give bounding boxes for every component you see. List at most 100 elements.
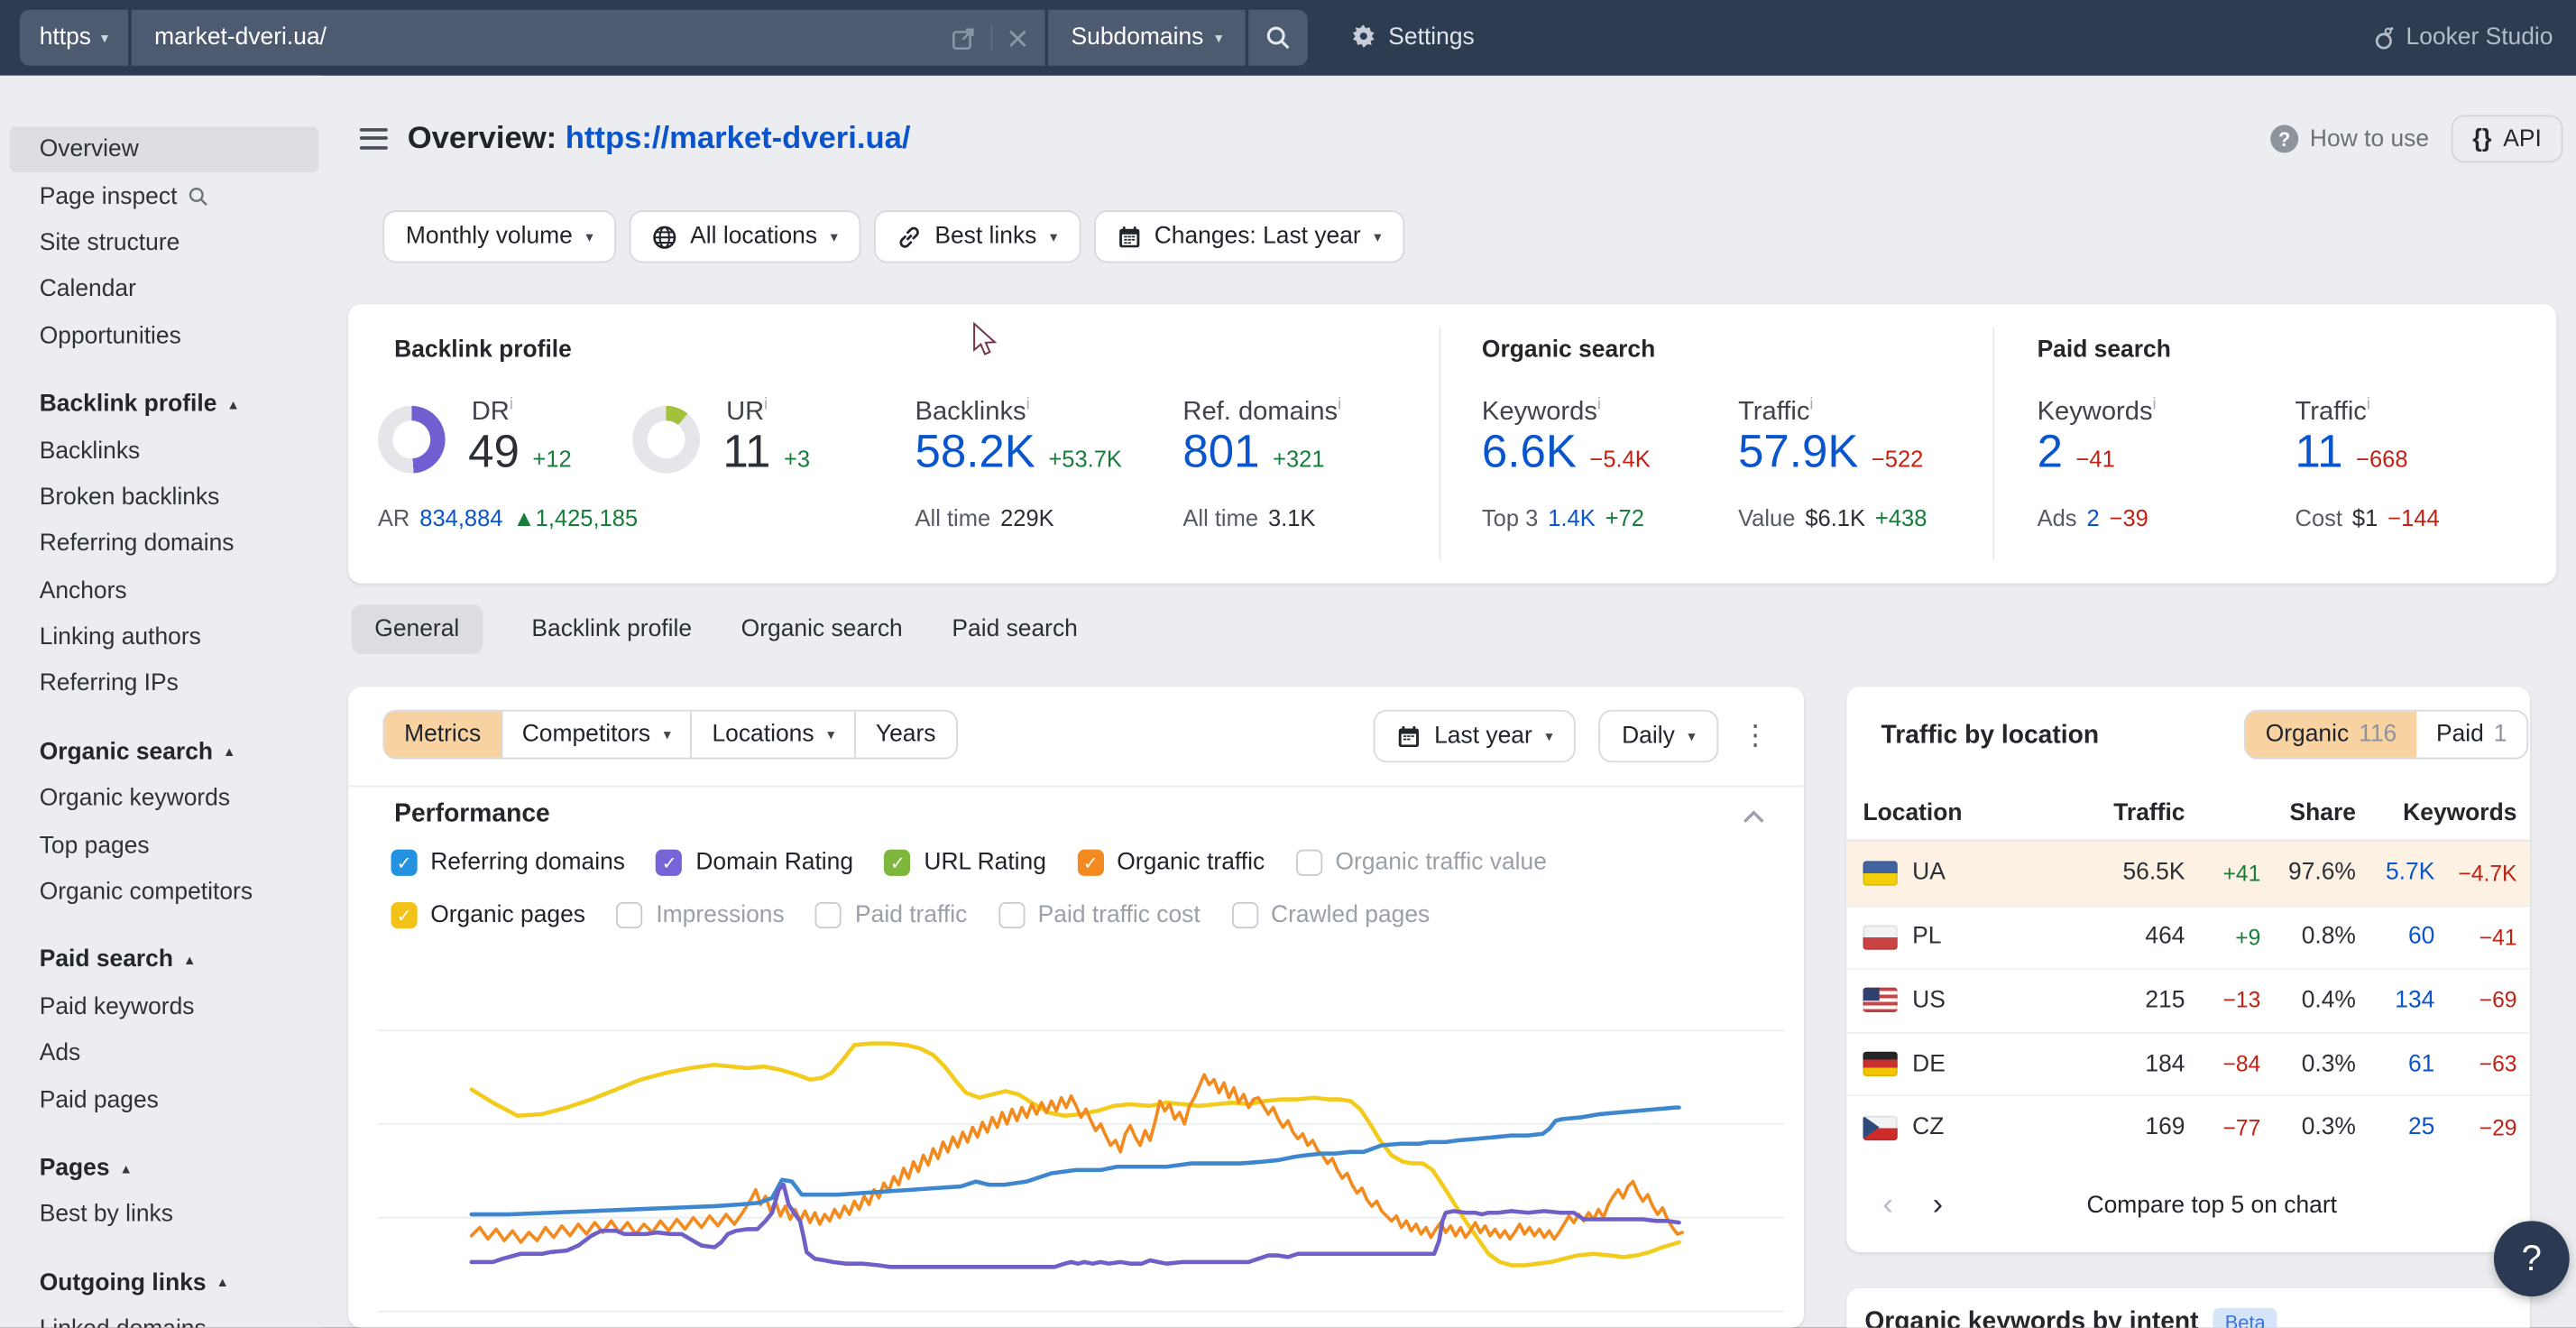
checkbox-referring-domains[interactable]: ✓Referring domains <box>391 850 626 876</box>
sidebar-item-referring-domains[interactable]: Referring domains <box>10 521 318 568</box>
best-links-dropdown[interactable]: Best links▾ <box>874 210 1081 263</box>
protocol-dropdown[interactable]: https ▾ <box>20 10 128 66</box>
sidebar-item-linked-domains[interactable]: Linked domains <box>10 1306 318 1328</box>
ahrefs-rank-value[interactable]: 834,884 <box>419 504 502 530</box>
target-url-input[interactable]: market-dveri.ua/ <box>132 10 1045 66</box>
target-domain-link[interactable]: https://market-dveri.ua/ <box>566 122 911 156</box>
info-icon[interactable]: i <box>1026 396 1030 414</box>
how-to-use-button[interactable]: ? How to use <box>2270 124 2429 152</box>
segment-competitors[interactable]: Competitors▾ <box>502 712 693 758</box>
col-share[interactable]: Share <box>2260 799 2356 825</box>
keywords-value[interactable]: 60 <box>2356 924 2434 950</box>
checkbox-impressions[interactable]: Impressions <box>617 902 785 928</box>
col-traffic[interactable]: Traffic <box>2086 799 2185 825</box>
info-icon[interactable]: i <box>510 396 513 414</box>
table-row[interactable]: CZ 169 −77 0.3% 25 −29 <box>1846 1095 2530 1158</box>
sidebar-item-opportunities[interactable]: Opportunities <box>10 313 318 360</box>
looker-studio-button[interactable]: Looker Studio <box>2371 24 2553 51</box>
keywords-value[interactable]: 5.7K <box>2356 860 2434 886</box>
next-page-chevron-icon[interactable]: › <box>1933 1187 1944 1223</box>
collapse-section-icon[interactable] <box>1743 802 1765 832</box>
locations-filter-dropdown[interactable]: All locations▾ <box>630 210 861 263</box>
sidebar-item-organic-keywords[interactable]: Organic keywords <box>10 776 318 823</box>
search-button[interactable] <box>1248 10 1308 66</box>
info-icon[interactable]: i <box>1597 396 1601 414</box>
paid-keywords-value[interactable]: 2−41 <box>2038 426 2115 478</box>
sidebar-item-ads[interactable]: Ads <box>10 1030 318 1077</box>
table-row[interactable]: PL 464 +9 0.8% 60 −41 <box>1846 905 2530 968</box>
keywords-value[interactable]: 61 <box>2356 1051 2434 1077</box>
toggle-paid[interactable]: Paid1 <box>2416 712 2526 758</box>
api-button[interactable]: {} API <box>2452 115 2563 163</box>
keywords-value[interactable]: 134 <box>2356 988 2434 1014</box>
checkbox-domain-rating[interactable]: ✓Domain Rating <box>657 850 853 876</box>
tab-paid-search[interactable]: Paid search <box>952 604 1077 654</box>
sidebar-section-backlink-profile[interactable]: Backlink profile▲ <box>10 381 318 428</box>
checkbox-url-rating[interactable]: ✓URL Rating <box>885 850 1046 876</box>
segment-years[interactable]: Years <box>856 712 955 758</box>
dr-value: 49+12 <box>468 426 572 478</box>
sidebar-item-paid-pages[interactable]: Paid pages <box>10 1077 318 1124</box>
sidebar-item-broken-backlinks[interactable]: Broken backlinks <box>10 475 318 521</box>
sidebar-item-referring-ips[interactable]: Referring IPs <box>10 661 318 708</box>
table-row[interactable]: US 215 −13 0.4% 134 −69 <box>1846 968 2530 1031</box>
info-icon[interactable]: i <box>1338 396 1341 414</box>
ref-domains-value[interactable]: 801+321 <box>1182 426 1324 478</box>
date-range-dropdown[interactable]: Last year▾ <box>1374 710 1576 762</box>
table-row[interactable]: UA 56.5K +41 97.6% 5.7K −4.7K <box>1846 842 2530 905</box>
sidebar-item-anchors[interactable]: Anchors <box>10 567 318 614</box>
prev-page-chevron-icon[interactable]: ‹ <box>1882 1187 1893 1223</box>
col-keywords[interactable]: Keywords <box>2356 799 2517 825</box>
granularity-dropdown[interactable]: Daily▾ <box>1599 710 1719 762</box>
keywords-value[interactable]: 25 <box>2356 1114 2434 1140</box>
sidebar-item-organic-competitors[interactable]: Organic competitors <box>10 869 318 916</box>
info-icon[interactable]: i <box>2367 396 2370 414</box>
sidebar-section-pages[interactable]: Pages▲ <box>10 1145 318 1192</box>
checkbox-label: URL Rating <box>924 850 1046 876</box>
sidebar-item-linking-authors[interactable]: Linking authors <box>10 614 318 661</box>
organic-traffic-value[interactable]: 57.9K−522 <box>1738 426 1923 478</box>
backlinks-value[interactable]: 58.2K+53.7K <box>915 426 1122 478</box>
checkbox-crawled-pages[interactable]: Crawled pages <box>1231 902 1430 928</box>
tab-backlink-profile[interactable]: Backlink profile <box>531 604 692 654</box>
checkbox-paid-traffic-cost[interactable]: Paid traffic cost <box>998 902 1201 928</box>
sidebar-item-top-pages[interactable]: Top pages <box>10 823 318 870</box>
info-icon[interactable]: i <box>764 396 768 414</box>
sidebar-item-backlinks[interactable]: Backlinks <box>10 428 318 475</box>
segment-metrics[interactable]: Metrics <box>384 712 502 758</box>
organic-keywords-value[interactable]: 6.6K−5.4K <box>1482 426 1651 478</box>
paid-traffic-value[interactable]: 11−668 <box>2295 426 2408 478</box>
settings-button[interactable]: Settings <box>1350 24 1474 51</box>
tab-organic-search[interactable]: Organic search <box>741 604 903 654</box>
tab-general[interactable]: General <box>352 604 483 654</box>
checkbox-organic-traffic-value[interactable]: Organic traffic value <box>1296 850 1547 876</box>
performance-chart[interactable] <box>378 986 1784 1328</box>
sidebar-section-paid-search[interactable]: Paid search▲ <box>10 937 318 984</box>
sidebar-section-outgoing-links[interactable]: Outgoing links▲ <box>10 1259 318 1306</box>
col-location[interactable]: Location <box>1863 799 2087 825</box>
mode-dropdown[interactable]: Subdomains ▾ <box>1048 10 1246 66</box>
sidebar-item-best-by-links[interactable]: Best by links <box>10 1192 318 1239</box>
changes-period-dropdown[interactable]: Changes: Last year▾ <box>1093 210 1404 263</box>
checkbox-organic-pages[interactable]: ✓Organic pages <box>391 902 585 928</box>
help-fab-button[interactable]: ? <box>2494 1221 2570 1296</box>
info-icon[interactable]: i <box>1809 396 1813 414</box>
segment-locations[interactable]: Locations▾ <box>693 712 856 758</box>
sidebar-item-page-inspect[interactable]: Page inspect <box>10 173 318 220</box>
more-options-kebab-icon[interactable]: ⋮ <box>1742 728 1770 744</box>
sidebar-item-calendar[interactable]: Calendar <box>10 266 318 313</box>
toggle-organic[interactable]: Organic116 <box>2246 712 2416 758</box>
checkbox-organic-traffic[interactable]: ✓Organic traffic <box>1078 850 1265 876</box>
table-row[interactable]: DE 184 −84 0.3% 61 −63 <box>1846 1031 2530 1094</box>
sidebar-item-paid-keywords[interactable]: Paid keywords <box>10 983 318 1030</box>
checkbox-paid-traffic[interactable]: Paid traffic <box>815 902 967 928</box>
open-external-icon[interactable] <box>952 25 976 50</box>
info-icon[interactable]: i <box>2153 396 2157 414</box>
volume-mode-dropdown[interactable]: Monthly volume▾ <box>382 210 616 263</box>
compare-top5-link[interactable]: Compare top 5 on chart <box>1943 1192 2530 1218</box>
collapse-sidebar-icon[interactable] <box>360 128 388 150</box>
sidebar-section-organic-search[interactable]: Organic search▲ <box>10 729 318 776</box>
sidebar-item-site-structure[interactable]: Site structure <box>10 220 318 267</box>
sidebar-item-overview[interactable]: Overview <box>10 126 318 173</box>
clear-input-icon[interactable] <box>1007 27 1028 49</box>
